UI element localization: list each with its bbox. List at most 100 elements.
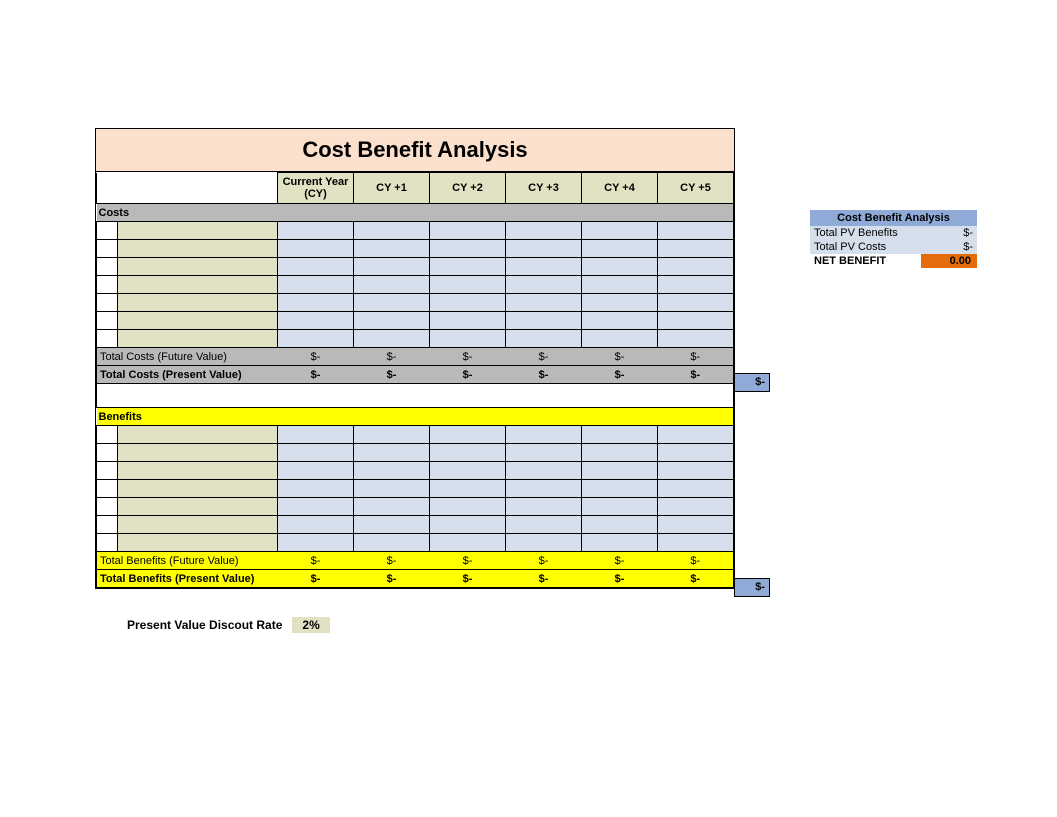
benefit-row-label[interactable] bbox=[118, 480, 278, 498]
discount-rate-value[interactable]: 2% bbox=[292, 617, 329, 633]
benefit-cell[interactable] bbox=[658, 498, 734, 516]
cost-cell[interactable] bbox=[506, 294, 582, 312]
cost-cell[interactable] bbox=[278, 330, 354, 348]
benefit-cell[interactable] bbox=[506, 480, 582, 498]
benefit-cell[interactable] bbox=[658, 534, 734, 552]
benefit-cell[interactable] bbox=[278, 426, 354, 444]
total-costs-fv: $- bbox=[278, 348, 354, 366]
benefit-cell[interactable] bbox=[430, 534, 506, 552]
benefit-cell[interactable] bbox=[506, 534, 582, 552]
benefit-cell[interactable] bbox=[430, 462, 506, 480]
cost-row-label[interactable] bbox=[118, 258, 278, 276]
benefit-cell[interactable] bbox=[354, 462, 430, 480]
benefit-cell[interactable] bbox=[430, 426, 506, 444]
benefit-cell[interactable] bbox=[354, 516, 430, 534]
benefit-cell[interactable] bbox=[506, 516, 582, 534]
cost-cell[interactable] bbox=[430, 294, 506, 312]
cost-cell[interactable] bbox=[354, 294, 430, 312]
cost-row-label[interactable] bbox=[118, 312, 278, 330]
cost-cell[interactable] bbox=[582, 330, 658, 348]
cost-cell[interactable] bbox=[582, 276, 658, 294]
cost-cell[interactable] bbox=[506, 330, 582, 348]
cost-cell[interactable] bbox=[354, 222, 430, 240]
cost-row-label[interactable] bbox=[118, 240, 278, 258]
benefit-row-label[interactable] bbox=[118, 516, 278, 534]
benefit-cell[interactable] bbox=[658, 444, 734, 462]
cost-cell[interactable] bbox=[506, 222, 582, 240]
cost-row-label[interactable] bbox=[118, 330, 278, 348]
benefit-cell[interactable] bbox=[658, 480, 734, 498]
cost-cell[interactable] bbox=[278, 258, 354, 276]
benefit-cell[interactable] bbox=[354, 534, 430, 552]
cost-cell[interactable] bbox=[354, 276, 430, 294]
cost-cell[interactable] bbox=[278, 294, 354, 312]
cost-cell[interactable] bbox=[582, 312, 658, 330]
cost-cell[interactable] bbox=[278, 240, 354, 258]
cost-cell[interactable] bbox=[658, 222, 734, 240]
cost-row-label[interactable] bbox=[118, 276, 278, 294]
benefit-cell[interactable] bbox=[506, 426, 582, 444]
benefit-cell[interactable] bbox=[506, 498, 582, 516]
benefit-cell[interactable] bbox=[278, 534, 354, 552]
cost-cell[interactable] bbox=[506, 312, 582, 330]
cost-cell[interactable] bbox=[506, 258, 582, 276]
cost-row-label[interactable] bbox=[118, 294, 278, 312]
benefit-cell[interactable] bbox=[582, 498, 658, 516]
benefit-cell[interactable] bbox=[582, 426, 658, 444]
benefit-cell[interactable] bbox=[506, 444, 582, 462]
benefit-cell[interactable] bbox=[354, 426, 430, 444]
benefit-cell[interactable] bbox=[506, 462, 582, 480]
cost-cell[interactable] bbox=[658, 294, 734, 312]
benefit-cell[interactable] bbox=[354, 498, 430, 516]
cost-cell[interactable] bbox=[430, 258, 506, 276]
cost-cell[interactable] bbox=[582, 240, 658, 258]
benefit-row-label[interactable] bbox=[118, 426, 278, 444]
benefit-row-label[interactable] bbox=[118, 444, 278, 462]
benefit-cell[interactable] bbox=[430, 480, 506, 498]
cost-cell[interactable] bbox=[430, 312, 506, 330]
benefit-cell[interactable] bbox=[658, 462, 734, 480]
benefit-cell[interactable] bbox=[278, 444, 354, 462]
benefit-cell[interactable] bbox=[658, 516, 734, 534]
cost-cell[interactable] bbox=[582, 258, 658, 276]
benefit-cell[interactable] bbox=[430, 516, 506, 534]
cost-cell[interactable] bbox=[658, 258, 734, 276]
benefit-cell[interactable] bbox=[278, 480, 354, 498]
cost-cell[interactable] bbox=[430, 222, 506, 240]
cost-cell[interactable] bbox=[430, 330, 506, 348]
benefit-cell[interactable] bbox=[582, 516, 658, 534]
cost-cell[interactable] bbox=[278, 312, 354, 330]
benefit-row-label[interactable] bbox=[118, 498, 278, 516]
benefit-row-label[interactable] bbox=[118, 534, 278, 552]
cost-cell[interactable] bbox=[430, 276, 506, 294]
cost-cell[interactable] bbox=[582, 222, 658, 240]
cost-cell[interactable] bbox=[354, 312, 430, 330]
benefit-cell[interactable] bbox=[354, 444, 430, 462]
cost-cell[interactable] bbox=[658, 276, 734, 294]
benefit-cell[interactable] bbox=[658, 426, 734, 444]
benefit-cell[interactable] bbox=[430, 444, 506, 462]
benefit-cell[interactable] bbox=[278, 516, 354, 534]
cost-cell[interactable] bbox=[354, 240, 430, 258]
cost-cell[interactable] bbox=[582, 294, 658, 312]
cost-cell[interactable] bbox=[278, 222, 354, 240]
cost-cell[interactable] bbox=[506, 240, 582, 258]
cost-cell[interactable] bbox=[278, 276, 354, 294]
benefit-cell[interactable] bbox=[354, 480, 430, 498]
benefit-row-label[interactable] bbox=[118, 462, 278, 480]
benefit-cell[interactable] bbox=[278, 462, 354, 480]
cost-cell[interactable] bbox=[354, 258, 430, 276]
benefit-cell[interactable] bbox=[582, 444, 658, 462]
benefit-cell[interactable] bbox=[582, 480, 658, 498]
benefit-cell[interactable] bbox=[278, 498, 354, 516]
benefit-cell[interactable] bbox=[430, 498, 506, 516]
cost-cell[interactable] bbox=[658, 330, 734, 348]
cost-cell[interactable] bbox=[506, 276, 582, 294]
benefit-cell[interactable] bbox=[582, 462, 658, 480]
benefit-cell[interactable] bbox=[582, 534, 658, 552]
cost-cell[interactable] bbox=[658, 312, 734, 330]
cost-cell[interactable] bbox=[430, 240, 506, 258]
cost-cell[interactable] bbox=[658, 240, 734, 258]
cost-cell[interactable] bbox=[354, 330, 430, 348]
cost-row-label[interactable] bbox=[118, 222, 278, 240]
